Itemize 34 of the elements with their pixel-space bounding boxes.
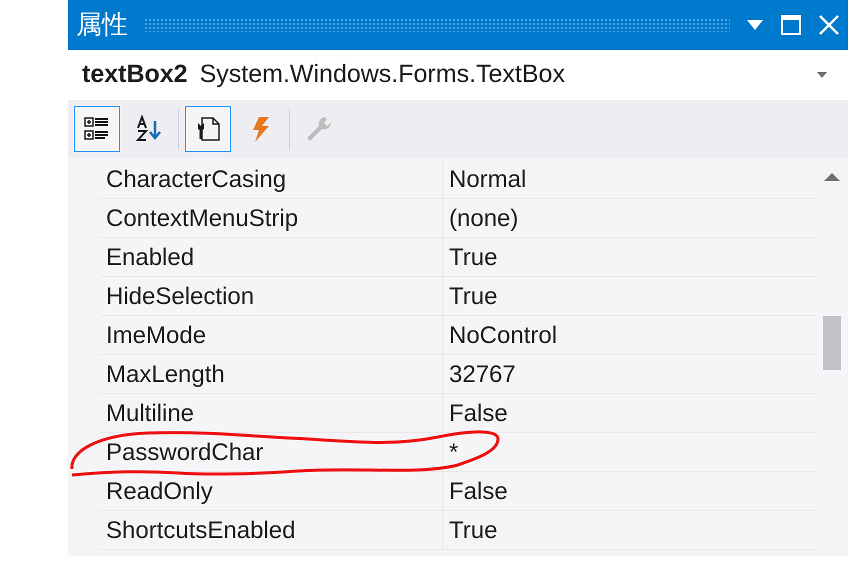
property-name[interactable]: ReadOnly <box>100 472 443 510</box>
property-value[interactable]: NoControl <box>443 316 816 354</box>
object-selector[interactable]: textBox2 System.Windows.Forms.TextBox <box>68 50 848 100</box>
properties-button[interactable] <box>185 106 231 152</box>
categorized-list-icon <box>83 115 111 143</box>
property-value[interactable]: Normal <box>443 160 816 198</box>
scrollbar-thumb[interactable] <box>823 316 841 370</box>
property-value[interactable]: True <box>443 511 816 549</box>
property-name[interactable]: ImeMode <box>100 316 443 354</box>
property-value[interactable]: True <box>443 238 816 276</box>
sort-az-icon <box>135 115 163 143</box>
property-name[interactable]: ContextMenuStrip <box>100 199 443 237</box>
property-value[interactable]: False <box>443 394 816 432</box>
window-title: 属性 <box>76 8 128 42</box>
property-value[interactable]: True <box>443 277 816 315</box>
property-value[interactable]: 32767 <box>443 355 816 393</box>
maximize-icon[interactable] <box>780 14 802 36</box>
object-type: System.Windows.Forms.TextBox <box>200 59 566 90</box>
scroll-up-icon[interactable] <box>823 172 841 182</box>
property-name[interactable]: PasswordChar <box>100 433 443 471</box>
property-value[interactable]: False <box>443 472 816 510</box>
close-icon[interactable] <box>818 14 840 36</box>
categorized-button[interactable] <box>74 106 120 152</box>
property-value[interactable]: (none) <box>443 199 816 237</box>
property-name[interactable]: ShortcutsEnabled <box>100 511 443 549</box>
dropdown-icon[interactable] <box>746 19 764 31</box>
caret-icon <box>816 71 828 79</box>
object-name: textBox2 <box>82 59 188 90</box>
property-value[interactable]: * <box>443 433 816 471</box>
property-name[interactable]: HideSelection <box>100 277 443 315</box>
property-name[interactable]: Enabled <box>100 238 443 276</box>
property-name[interactable]: MaxLength <box>100 355 443 393</box>
property-name[interactable]: Multiline <box>100 394 443 432</box>
property-name[interactable]: CharacterCasing <box>100 160 443 198</box>
